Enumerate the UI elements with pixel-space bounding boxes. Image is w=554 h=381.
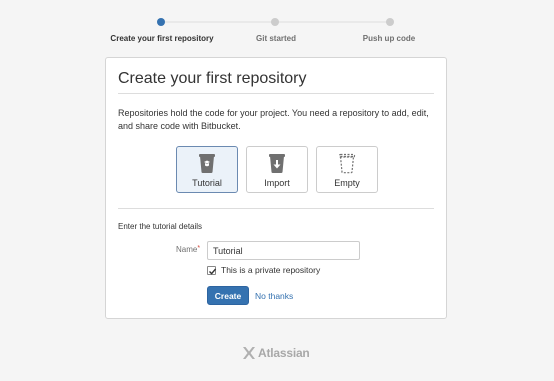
page-title: Create your first repository <box>118 70 307 87</box>
empty-option[interactable]: Empty <box>316 146 378 193</box>
create-button[interactable]: Create <box>207 286 249 305</box>
description-text: Repositories hold the code for your proj… <box>118 108 429 131</box>
atlassian-logo-text: Atlassian <box>258 346 310 360</box>
tutorial-repo-icon <box>199 154 215 173</box>
step-label-push-code: Push up code <box>362 34 416 43</box>
required-marker: * <box>197 245 201 252</box>
atlassian-logo: Atlassian <box>242 345 310 361</box>
step-dot-create <box>157 18 165 26</box>
import-repo-icon <box>269 154 285 173</box>
empty-repo-icon <box>338 153 356 174</box>
private-repository-checkbox[interactable] <box>207 265 217 275</box>
progress-stepper: Create your first repository Git started… <box>0 15 554 51</box>
checkmark-icon <box>209 268 217 275</box>
tutorial-option-label: Tutorial <box>192 178 222 188</box>
no-thanks-link[interactable]: No thanks <box>255 291 293 301</box>
title-divider <box>118 93 434 94</box>
repository-name-input[interactable] <box>207 241 360 260</box>
import-option[interactable]: Import <box>246 146 308 193</box>
step-dot-git-started <box>271 18 279 26</box>
section-divider <box>118 208 434 209</box>
private-repository-row[interactable]: This is a private repository <box>207 264 320 276</box>
step-label-create: Create your first repository <box>110 34 214 43</box>
create-repository-card: Create your first repository Repositorie… <box>105 57 447 319</box>
step-dot-push-code <box>386 18 394 26</box>
name-field-label: Name* <box>176 245 201 254</box>
import-option-label: Import <box>264 178 290 188</box>
atlassian-logo-icon <box>243 347 255 359</box>
section-heading: Enter the tutorial details <box>118 222 203 231</box>
repository-type-options: Tutorial Import Empty <box>176 146 386 194</box>
tutorial-option[interactable]: Tutorial <box>176 146 238 193</box>
private-repository-label[interactable]: This is a private repository <box>221 265 320 275</box>
name-label-text: Name <box>176 245 198 254</box>
empty-option-label: Empty <box>334 178 360 188</box>
step-label-git-started: Git started <box>255 34 297 43</box>
